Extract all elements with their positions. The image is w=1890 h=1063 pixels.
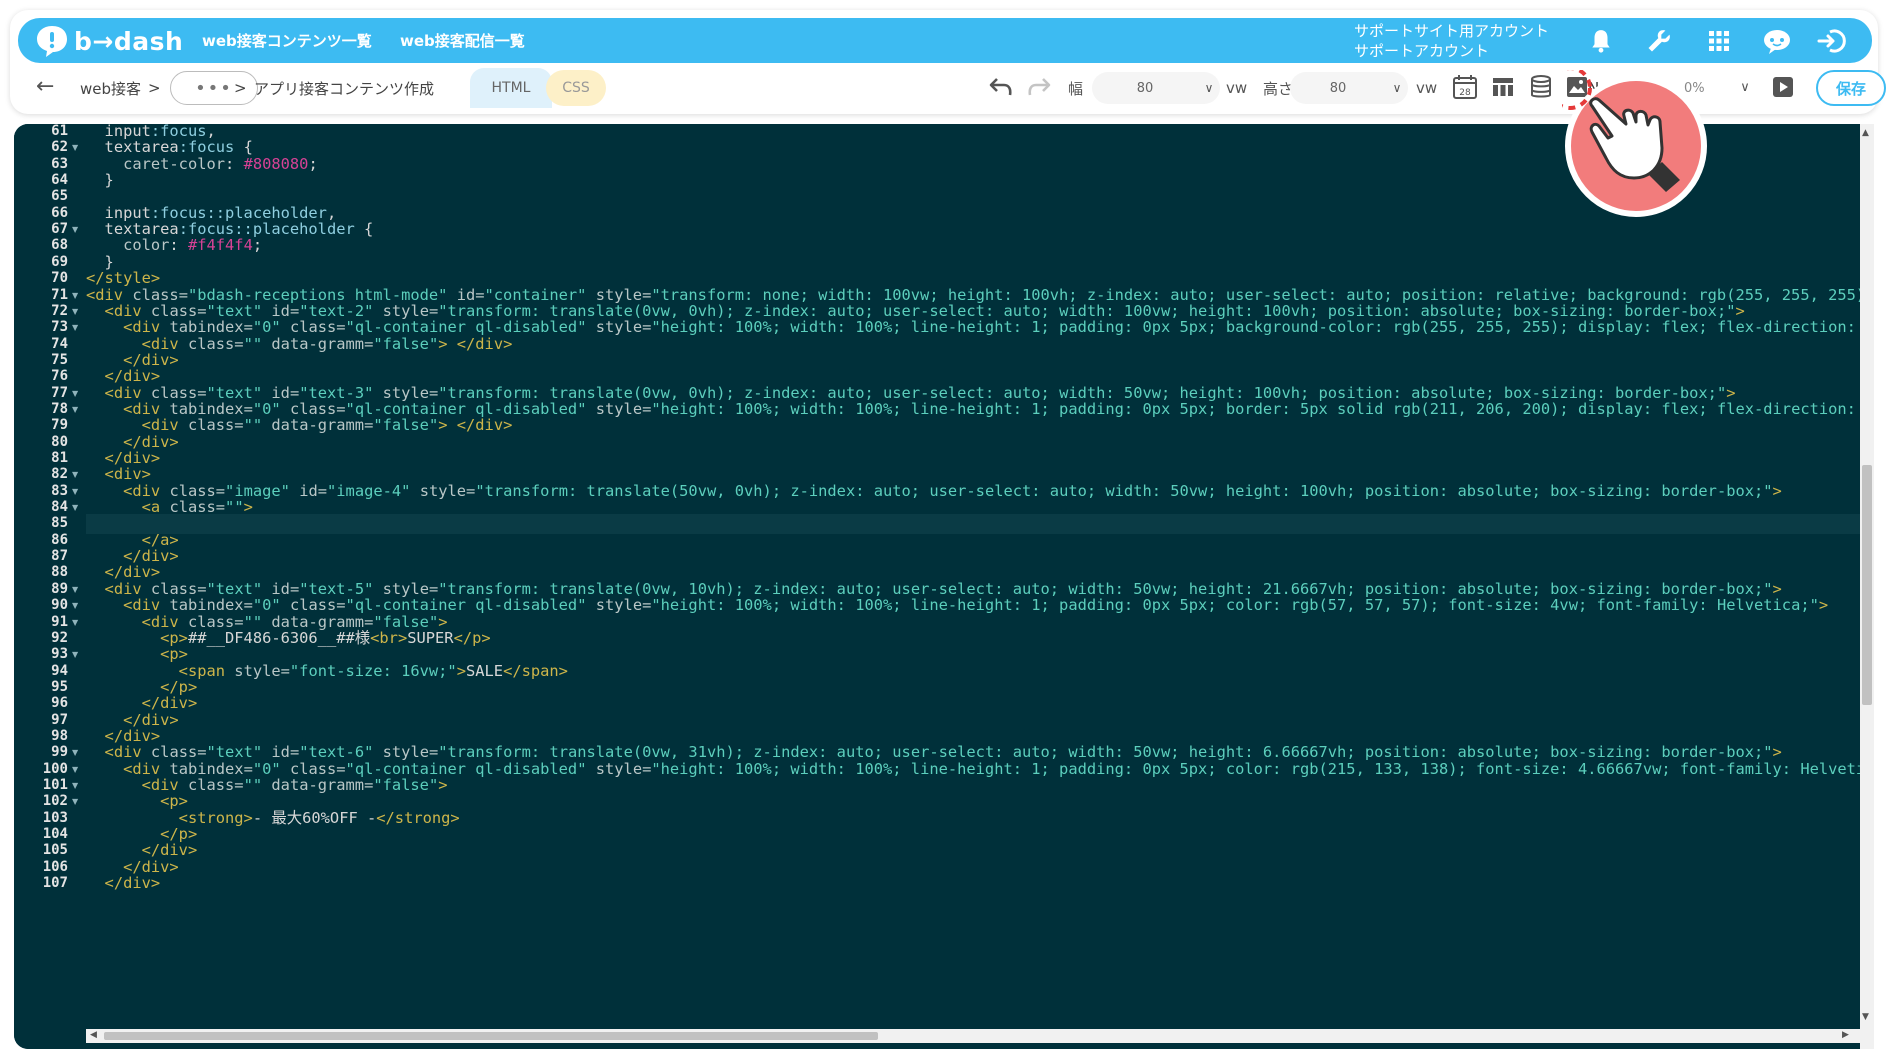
logo-text: b→dash <box>74 26 184 56</box>
fold-arrow-icon[interactable]: ▼ <box>72 645 78 665</box>
account-name: サポートアカウント <box>1354 42 1490 60</box>
save-button[interactable]: 保存 <box>1816 70 1886 106</box>
help-chat-icon[interactable] <box>1760 24 1794 58</box>
width-value: 80 <box>1136 80 1154 96</box>
scroll-right-arrow-icon[interactable]: ▶ <box>1842 1030 1849 1040</box>
pointing-hand-cursor-icon <box>1562 70 1707 217</box>
bell-icon[interactable] <box>1584 24 1618 58</box>
logo-bubble-icon <box>37 26 67 57</box>
code-line[interactable]: </div> <box>86 874 1870 894</box>
table-icon[interactable] <box>1488 72 1518 102</box>
height-input[interactable]: 80 ∨ <box>1290 72 1408 104</box>
width-input[interactable]: 80 ∨ <box>1092 72 1220 104</box>
logout-icon[interactable] <box>1814 24 1848 58</box>
tab-css[interactable]: CSS <box>546 70 606 106</box>
height-value: 80 <box>1329 80 1347 96</box>
code-editor[interactable]: 61 62 ▼ 63 64 65 66 67 ▼ 68 69 70 71 ▼ 72 ▼ 73 ▼ 74 75 76 77 ▼… <box>14 124 1874 1049</box>
tab-html[interactable]: HTML <box>470 68 552 108</box>
chevron-down-icon[interactable]: ∨ <box>1730 72 1760 102</box>
undo-icon[interactable] <box>986 72 1016 102</box>
width-label: 幅 <box>1068 79 1084 98</box>
height-label: 高さ <box>1263 79 1294 98</box>
svg-text:28: 28 <box>1459 88 1471 98</box>
line-number-gutter: 61 62 ▼ 63 64 65 66 67 ▼ 68 69 70 71 ▼ 72 ▼ 73 ▼ 74 75 76 77 ▼… <box>14 124 86 1049</box>
fold-arrow-icon[interactable]: ▼ <box>72 498 78 518</box>
nav-web-delivery-list[interactable]: web接客配信一覧 <box>400 18 525 63</box>
breadcrumb-web-reception[interactable]: web接客 <box>80 68 141 108</box>
scroll-left-arrow-icon[interactable]: ◀ <box>90 1030 97 1040</box>
preview-play-icon[interactable] <box>1768 72 1798 102</box>
chevron-down-icon[interactable]: ∨ <box>1386 81 1408 95</box>
calendar-icon[interactable]: 28 <box>1450 72 1480 102</box>
line-number: 107 <box>42 875 68 892</box>
breadcrumb-current-page: アプリ接客コンテンツ作成 <box>254 79 435 98</box>
breadcrumb-separator: > <box>234 79 247 97</box>
horizontal-scrollbar-thumb[interactable] <box>104 1032 878 1040</box>
code-area[interactable]: input:focus, textarea:focus { caret-colo… <box>86 124 1870 1027</box>
fold-arrow-icon[interactable]: ▼ <box>72 792 78 812</box>
account-info[interactable]: サポートサイト用アカウント サポートアカウント <box>1354 21 1549 61</box>
wrench-icon[interactable] <box>1642 24 1676 58</box>
scroll-up-arrow-icon[interactable]: ▲ <box>1862 128 1869 138</box>
chevron-down-icon[interactable]: ∨ <box>1198 81 1220 95</box>
database-icon[interactable] <box>1526 72 1556 102</box>
fold-arrow-icon[interactable]: ▼ <box>72 318 78 338</box>
fold-arrow-icon[interactable]: ▼ <box>72 220 78 240</box>
nav-web-content-list[interactable]: web接客コンテンツ一覧 <box>202 18 372 63</box>
width-unit: vw <box>1226 79 1248 97</box>
height-unit: vw <box>1416 79 1438 97</box>
top-navigation-bar: b→dash web接客コンテンツ一覧 web接客配信一覧 サポートサイト用アカ… <box>18 18 1872 63</box>
apps-grid-icon[interactable] <box>1702 24 1736 58</box>
vertical-scrollbar-thumb[interactable] <box>1862 465 1872 705</box>
scroll-down-arrow-icon[interactable]: ▼ <box>1862 1012 1869 1022</box>
back-arrow-icon[interactable]: ← <box>36 74 54 99</box>
bdash-logo[interactable]: b→dash <box>34 22 183 60</box>
redo-icon[interactable] <box>1024 72 1054 102</box>
account-site-label: サポートサイト用アカウント <box>1354 22 1550 40</box>
fold-arrow-icon[interactable]: ▼ <box>72 613 78 633</box>
fold-arrow-icon[interactable]: ▼ <box>72 138 78 158</box>
breadcrumb-separator: > <box>148 79 161 97</box>
fold-arrow-icon[interactable]: ▼ <box>72 400 78 420</box>
